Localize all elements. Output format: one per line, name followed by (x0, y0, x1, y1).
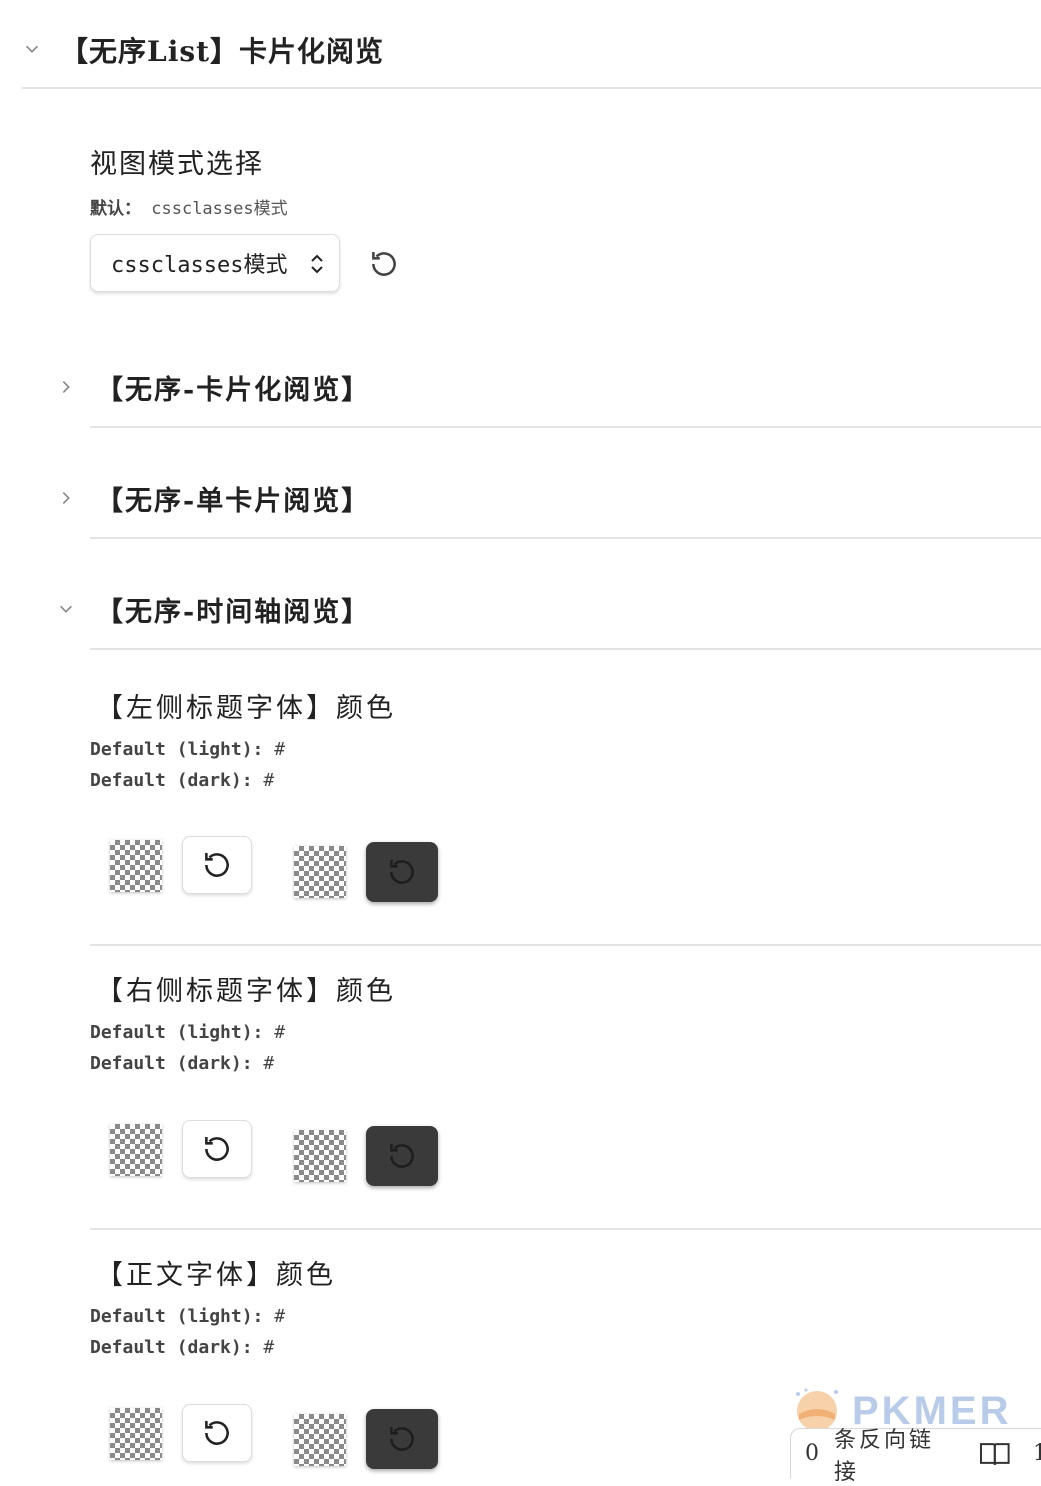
chevron-down-icon[interactable] (54, 597, 78, 621)
default-light-line: Default (light): # (90, 739, 286, 760)
color-setting-title: 【右侧标题字体】颜色 (96, 976, 396, 1007)
dark-color-swatch[interactable] (294, 1130, 346, 1182)
reset-icon (390, 859, 414, 884)
default-value: cssclasses模式 (151, 199, 288, 219)
reset-dark-button[interactable] (366, 1409, 438, 1469)
light-color-swatch[interactable] (110, 1124, 162, 1176)
setting-title: 视图模式选择 (90, 149, 264, 180)
reset-dark-button[interactable] (366, 842, 438, 902)
divider (22, 87, 1041, 89)
chevron-right-icon[interactable] (54, 486, 78, 510)
chevron-right-icon[interactable] (54, 375, 78, 399)
section-title[interactable]: 【无序List】卡片化阅览 (60, 30, 384, 70)
updown-chevron-icon (311, 254, 323, 274)
default-dark-line: Default (dark): # (90, 1053, 275, 1074)
book-open-icon[interactable] (979, 1441, 1011, 1467)
dark-color-swatch[interactable] (294, 1414, 346, 1466)
view-mode-select[interactable]: cssclasses模式 (90, 234, 340, 292)
group-heading[interactable]: 【无序-单卡片阅览】 (96, 479, 370, 518)
default-dark-line: Default (dark): # (90, 770, 275, 791)
color-setting-title: 【左侧标题字体】颜色 (96, 693, 396, 724)
reset-light-button[interactable] (182, 1404, 252, 1462)
default-light-line: Default (light): # (90, 1022, 286, 1043)
reset-icon (390, 1143, 414, 1168)
default-light-line: Default (light): # (90, 1306, 286, 1327)
reset-icon (205, 852, 229, 877)
default-dark-line: Default (dark): # (90, 1337, 275, 1358)
backlinks-count[interactable]: 0 (805, 1441, 822, 1466)
divider (90, 648, 1041, 650)
backlinks-label[interactable]: 条反向链接 (834, 1422, 957, 1486)
reset-icon (205, 1136, 229, 1161)
divider (90, 537, 1041, 539)
default-label: 默认： (90, 199, 141, 219)
divider (90, 1228, 1041, 1230)
dark-color-swatch[interactable] (294, 846, 346, 898)
setting-description: 默认： cssclasses模式 (90, 194, 288, 219)
group-heading[interactable]: 【无序-卡片化阅览】 (96, 368, 370, 407)
group-heading[interactable]: 【无序-时间轴阅览】 (96, 590, 370, 629)
select-value: cssclasses模式 (111, 253, 288, 278)
chevron-down-icon[interactable] (20, 37, 44, 61)
light-color-swatch[interactable] (110, 840, 162, 892)
word-count: 1 (1033, 1441, 1041, 1466)
light-color-swatch[interactable] (110, 1408, 162, 1460)
reset-light-button[interactable] (182, 1120, 252, 1178)
status-bar: 0 条反向链接 1 (790, 1428, 1041, 1485)
color-setting-title: 【正文字体】颜色 (96, 1260, 336, 1291)
reset-icon (390, 1426, 414, 1451)
divider (90, 426, 1041, 428)
reset-icon (205, 1420, 229, 1445)
reset-icon[interactable] (366, 246, 402, 282)
reset-light-button[interactable] (182, 836, 252, 894)
reset-dark-button[interactable] (366, 1126, 438, 1186)
divider (90, 944, 1041, 946)
